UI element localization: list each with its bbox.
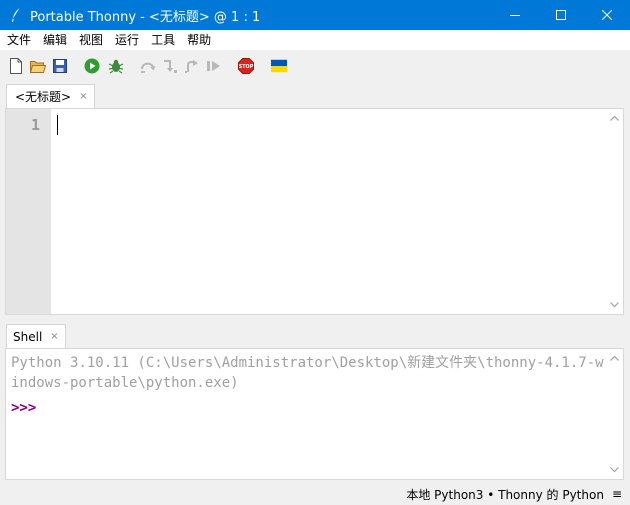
hamburger-menu-icon[interactable]: ≡ (612, 487, 622, 501)
menu-help[interactable]: 帮助 (181, 30, 217, 50)
scroll-up-icon[interactable] (610, 114, 619, 124)
open-file-icon[interactable] (30, 58, 46, 74)
shell-tabbar: Shell × (0, 324, 630, 348)
interpreter-selector[interactable]: 本地 Python3 • Thonny 的 Python (406, 486, 604, 503)
line-number-gutter: 1 (6, 109, 51, 314)
shell-scrollbar[interactable] (606, 349, 623, 479)
code-editor[interactable]: 1 (5, 108, 624, 315)
debug-icon[interactable] (108, 58, 124, 74)
minimize-button[interactable] (492, 0, 538, 30)
shell-prompt: >>> (11, 400, 37, 416)
menu-file[interactable]: 文件 (1, 30, 37, 50)
line-number: 1 (30, 116, 40, 134)
window-title: Portable Thonny - <无标题> @ 1 : 1 (30, 9, 261, 25)
menu-tools[interactable]: 工具 (145, 30, 181, 50)
menu-view[interactable]: 视图 (73, 30, 109, 50)
minimize-icon (510, 15, 520, 16)
editor-tabbar: <无标题> × (0, 84, 630, 108)
menu-edit[interactable]: 编辑 (37, 30, 73, 50)
text-cursor (57, 115, 58, 135)
toolbar: STOP (0, 50, 630, 82)
run-icon[interactable] (84, 58, 100, 74)
title-bar: Portable Thonny - <无标题> @ 1 : 1 (0, 0, 630, 30)
ukraine-flag-icon[interactable] (271, 58, 287, 74)
shell-tab-close-icon[interactable]: × (50, 331, 58, 342)
thonny-feather-icon (9, 7, 23, 23)
shell-tab-label: Shell (13, 329, 43, 344)
shell-output: Python 3.10.11 (C:\Users\Administrator\D… (11, 355, 604, 391)
tab-shell[interactable]: Shell × (6, 324, 66, 348)
svg-text:STOP: STOP (239, 64, 254, 70)
tab-untitled[interactable]: <无标题> × (6, 84, 95, 108)
close-button[interactable] (584, 0, 630, 30)
shell-scroll-up-icon[interactable] (610, 354, 619, 364)
maximize-icon (556, 10, 566, 20)
maximize-button[interactable] (538, 0, 584, 30)
step-over-icon[interactable] (140, 58, 156, 74)
stop-icon[interactable]: STOP (238, 58, 254, 74)
editor-scrollbar[interactable] (606, 109, 623, 314)
new-file-icon[interactable] (8, 58, 24, 74)
scroll-down-icon[interactable] (610, 301, 619, 311)
close-icon (602, 10, 612, 20)
save-icon[interactable] (52, 58, 68, 74)
step-into-icon[interactable] (162, 58, 178, 74)
resume-icon[interactable] (206, 58, 222, 74)
status-bar: 本地 Python3 • Thonny 的 Python ≡ (0, 483, 630, 505)
menu-run[interactable]: 运行 (109, 30, 145, 50)
menu-bar: 文件 编辑 视图 运行 工具 帮助 (0, 30, 630, 50)
shell-panel[interactable]: Python 3.10.11 (C:\Users\Administrator\D… (5, 348, 624, 480)
tab-close-icon[interactable]: × (79, 91, 87, 102)
shell-scroll-down-icon[interactable] (610, 466, 619, 476)
tab-label: <无标题> (15, 90, 72, 104)
step-out-icon[interactable] (184, 58, 200, 74)
